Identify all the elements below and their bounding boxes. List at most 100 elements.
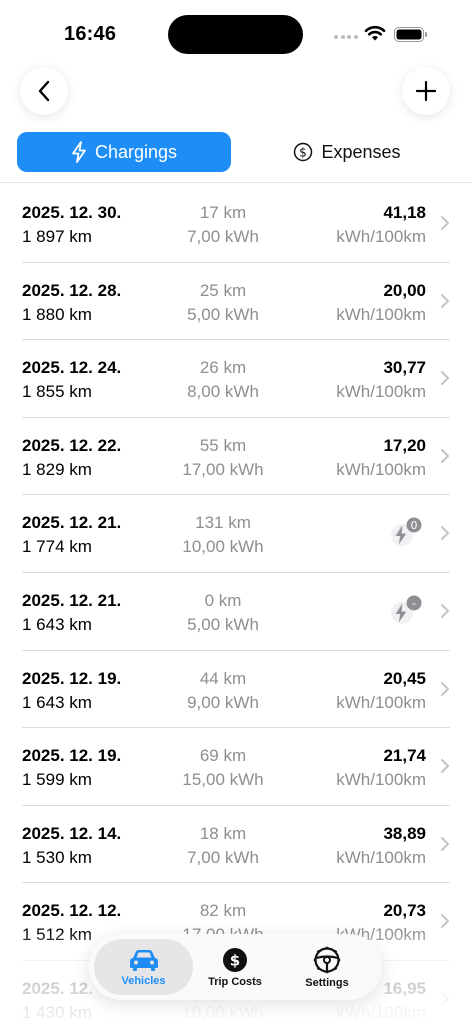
chevron-right-icon [441,293,449,308]
row-consumption-unit: kWh/100km [336,304,426,324]
chevron-right-icon [441,759,449,774]
row-consumption: 20,73 [383,901,426,921]
row-odometer: 1 774 km [22,537,92,557]
row-date: 2025. 12. 21. [22,513,122,533]
row-consumption: 20,45 [383,668,426,688]
plus-icon [415,80,437,102]
row-consumption: 20,00 [383,280,426,300]
row-energy: 7,00 kWh [187,227,259,246]
row-date: 2025. 12. 21. [22,590,122,610]
row-consumption: 30,77 [383,358,426,378]
dollar-circle-icon: $ [294,142,313,162]
charging-status-icon: - [391,595,422,624]
chevron-right-icon [441,526,449,541]
tab-vehicles[interactable]: Vehicles [94,939,193,995]
row-energy: 9,00 kWh [187,692,259,712]
row-date: 2025. 12. 19. [22,746,122,766]
row-odometer: 1 530 km [22,847,92,867]
row-date: 2025. 12. 14. [22,823,122,843]
tab-settings-label: Settings [305,976,349,989]
row-energy: 7,00 kWh [187,847,259,867]
row-consumption-unit: kWh/100km [336,770,426,790]
row-date: 2025. 12. 30. [22,203,122,222]
steering-wheel-icon [313,946,341,973]
row-odometer: 1 643 km [22,692,92,712]
row-distance: 0 km [204,590,242,610]
row-odometer: 1 880 km [22,304,92,324]
segment-expenses[interactable]: $ Expenses [240,132,454,172]
charging-row[interactable]: 2025. 12. 30. 1 897 km 17 km 7,00 kWh 41,18 k… [22,185,450,263]
battery-icon [394,27,427,42]
row-consumption: 17,20 [383,435,426,455]
charging-row[interactable]: 2025. 12. 24. 1 855 km 26 km 8,00 kWh 30,77 k… [22,340,450,418]
row-distance: 44 km [199,668,247,688]
charging-status-icon: 0 [391,517,422,547]
status-badge: 0 [411,519,418,532]
row-consumption-unit: kWh/100km [336,382,426,402]
row-odometer: 1 897 km [22,227,92,246]
back-button[interactable] [20,67,68,115]
chevron-right-icon [441,216,449,230]
charging-row[interactable]: 2025. 12. 14. 1 530 km 18 km 7,00 kWh 38,89 k… [22,806,450,884]
tab-trip-costs[interactable]: $ Trip Costs [195,939,275,995]
tab-trip-costs-label: Trip Costs [208,975,262,988]
charging-list: 2025. 12. 30. 1 897 km 17 km 7,00 kWh 41,18 k… [0,185,471,1024]
car-icon [129,949,158,971]
row-consumption-unit: kWh/100km [336,847,426,867]
charging-row[interactable]: 2025. 12. 22. 1 829 km 55 km 17,00 kWh 17,20… [22,418,450,496]
wifi-icon [364,25,386,41]
row-date: 2025. 12. 12. [22,901,122,921]
row-energy: 17,00 kWh [182,459,264,479]
tab-vehicles-label: Vehicles [121,974,166,987]
row-energy: 10,00 kWh [182,537,264,557]
tab-settings[interactable]: Settings [285,939,369,995]
header-divider [0,182,471,183]
lightning-icon [72,141,86,163]
charging-row[interactable]: 2025. 12. 19. 1 599 km 69 km 15,00 kWh 21,74… [22,728,450,806]
segment-chargings-label: Chargings [94,141,178,162]
row-consumption-unit: kWh/100km [336,692,426,712]
row-odometer: 1 643 km [22,614,92,634]
charging-row[interactable]: 2025. 12. 28. 1 880 km 25 km 5,00 kWh 20,00 k… [22,263,450,341]
row-date: 2025. 12. 24. [22,358,122,378]
row-distance: 55 km [199,435,247,455]
row-energy: 8,00 kWh [187,382,259,402]
chevron-right-icon [441,448,449,463]
row-distance: 131 km [195,513,251,533]
charging-row[interactable]: 2025. 12. 19. 1 643 km 44 km 9,00 kWh 20,45 k… [22,651,450,729]
row-distance: 82 km [199,901,247,921]
chevron-right-icon [441,681,449,696]
chevron-right-icon [441,603,449,618]
row-distance: 69 km [199,746,247,766]
row-date: 2025. 12. 22. [22,435,122,455]
row-odometer: 1 829 km [22,459,92,479]
charging-row[interactable]: 2025. 12. 21. 1 774 km 131 km 10,00 kWh 0 [22,495,450,573]
row-distance: 18 km [199,823,247,843]
row-consumption-unit: kWh/100km [336,459,426,479]
segment-expenses-label: Expenses [321,141,401,162]
tab-bar: Vehicles $ Trip Costs Settings [89,934,382,1000]
row-date: 2025. 12. 28. [22,280,122,300]
row-distance: 25 km [199,280,247,300]
svg-text:$: $ [230,951,240,969]
segment-chargings[interactable]: Chargings [17,132,231,172]
status-badge: - [412,597,416,610]
row-consumption: 38,89 [383,823,426,843]
row-odometer: 1 855 km [22,382,92,402]
chevron-left-icon [38,80,50,102]
add-button[interactable] [402,67,450,115]
row-consumption: 41,18 [383,203,426,222]
dollar-circle-icon: $ [223,947,247,972]
charging-row[interactable]: 2025. 12. 21. 1 643 km 0 km 5,00 kWh - [22,573,450,651]
row-odometer: 1 599 km [22,770,92,790]
row-date: 2025. 12. 19. [22,668,122,688]
cellular-signal-icon [334,35,358,39]
dynamic-island [168,15,303,54]
status-time: 16:46 [64,23,117,45]
svg-text:$: $ [300,146,308,160]
row-consumption-unit: kWh/100km [336,227,426,246]
row-energy: 5,00 kWh [187,614,259,634]
chevron-right-icon [441,914,449,929]
row-energy: 5,00 kWh [187,304,259,324]
chevron-right-icon [441,371,449,386]
